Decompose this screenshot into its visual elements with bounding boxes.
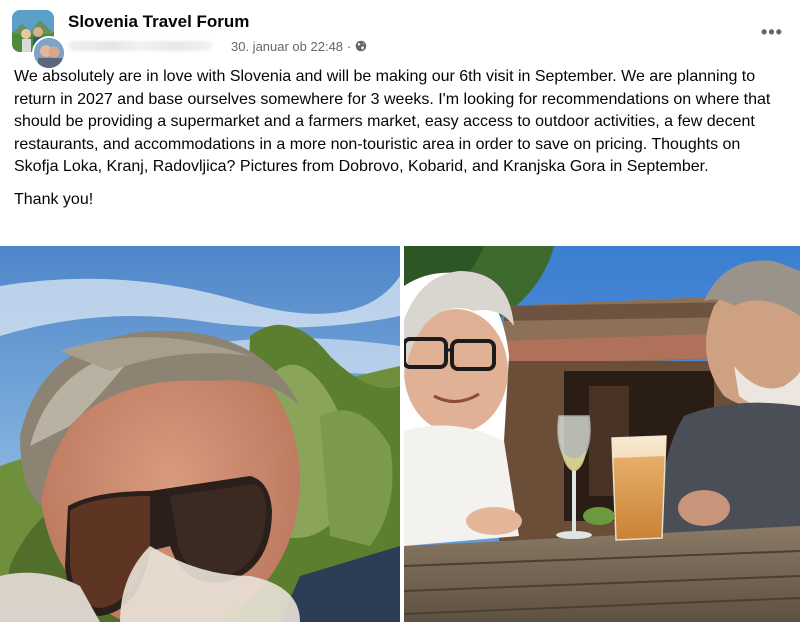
more-options-button[interactable]: ••• (760, 20, 784, 44)
post-body-text: We absolutely are in love with Slovenia … (14, 68, 771, 176)
group-name-link[interactable]: Slovenia Travel Forum (68, 12, 249, 32)
meta-separator: · (347, 38, 352, 54)
photo-grid (0, 246, 800, 622)
post-timestamp[interactable]: 30. januar ob 22:48 (231, 39, 343, 54)
post-header: Slovenia Travel Forum 30. januar ob 22:4… (0, 0, 800, 70)
user-avatar[interactable] (32, 36, 66, 70)
globe-icon (355, 40, 367, 52)
post-meta: 30. januar ob 22:48 · (68, 37, 367, 55)
more-options-icon: ••• (761, 21, 783, 42)
avatar-stack[interactable] (12, 10, 66, 70)
blurred-author-name (68, 41, 213, 51)
post-text: We absolutely are in love with Slovenia … (14, 66, 786, 212)
photo-couple-beer[interactable] (404, 246, 800, 622)
post-signoff: Thank you! (14, 190, 94, 208)
photo-selfie-man[interactable] (0, 246, 400, 622)
